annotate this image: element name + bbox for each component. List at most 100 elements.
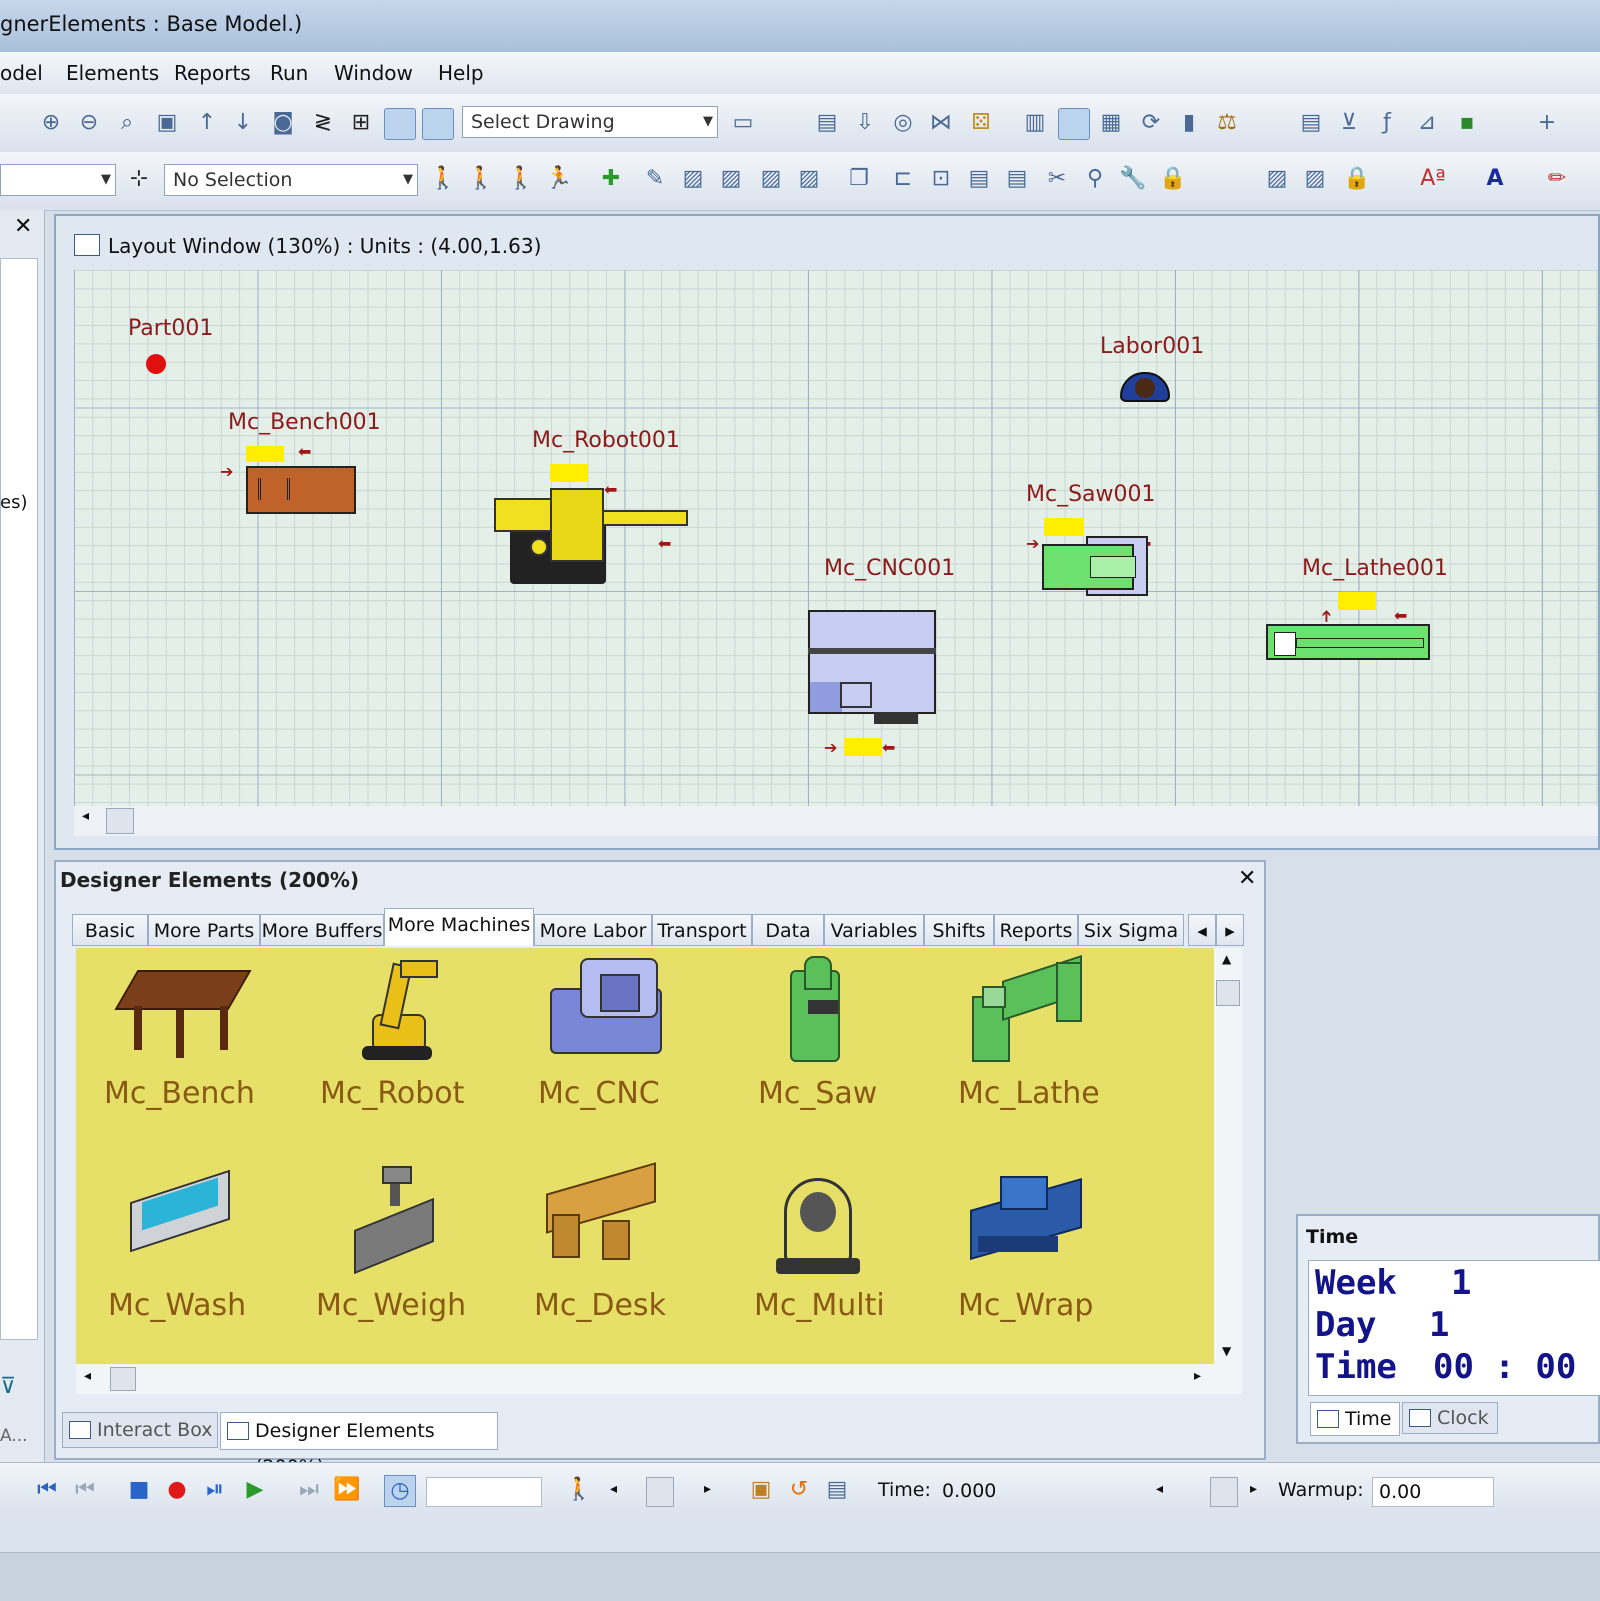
tab-shifts[interactable]: Shifts (924, 914, 994, 946)
step-back-icon[interactable]: ⏮ (70, 1475, 100, 1505)
palette-label-weigh[interactable]: Mc_Weigh (316, 1288, 466, 1323)
tab-time[interactable]: Time (1310, 1402, 1400, 1436)
tab-clock[interactable]: Clock (1402, 1402, 1498, 1434)
vertical-scroll-thumb[interactable] (1216, 980, 1240, 1006)
step-forward-icon[interactable]: ⏭ (294, 1475, 324, 1505)
plus-icon[interactable]: + (1532, 108, 1562, 138)
layer-icon[interactable]: ⊡ (926, 164, 956, 194)
tab-scroll-left-icon[interactable]: ◂ (1188, 914, 1216, 946)
align-icon[interactable]: ≷ (308, 108, 338, 138)
zoom-box-icon[interactable]: ▣ (152, 108, 182, 138)
chart-add-icon[interactable]: ▪ (1452, 108, 1482, 138)
view-mode-icon[interactable] (384, 108, 416, 140)
robot-icon[interactable] (352, 954, 438, 1062)
lathe001-icon[interactable] (1266, 624, 1430, 660)
scroll-left-icon[interactable]: ◂ (82, 808, 89, 824)
palette-label-wash[interactable]: Mc_Wash (108, 1288, 246, 1323)
tab-more-labor[interactable]: More Labor (534, 914, 652, 946)
dice-icon[interactable]: ⚄ (966, 108, 996, 138)
image-icon[interactable]: ▨ (678, 164, 708, 194)
palette-label-cnc[interactable]: Mc_CNC (538, 1076, 660, 1111)
chart-line-icon[interactable]: ⊿ (1412, 108, 1442, 138)
speed-right-icon[interactable]: ▸ (704, 1481, 711, 1497)
tab-transport[interactable]: Transport (652, 914, 752, 946)
image-edit-icon[interactable]: ▨ (716, 164, 746, 194)
fast-forward-icon[interactable]: ⏩ (332, 1475, 362, 1505)
labor-run-icon[interactable]: 🏃 (544, 164, 574, 194)
picture-icon[interactable]: ▨ (1262, 164, 1292, 194)
lock-icon-2[interactable]: 🔒 (1342, 164, 1372, 194)
warmup-field[interactable]: 0.00 (1372, 1477, 1494, 1507)
lathe-icon[interactable] (972, 955, 1084, 1066)
left-panel-tab[interactable]: A... (0, 1426, 28, 1446)
select-drawing-dropdown[interactable]: Select Drawing ▼ (462, 106, 718, 138)
speed-slider-thumb[interactable] (646, 1477, 674, 1507)
speed-left-icon[interactable]: ◂ (610, 1481, 617, 1497)
part001-icon[interactable] (146, 354, 166, 374)
group-icon[interactable]: ⊞ (346, 108, 376, 138)
new-element-icon[interactable]: ✚ (596, 164, 626, 194)
wrap-icon[interactable] (970, 1170, 1084, 1266)
screen-icon[interactable]: ▭ (728, 108, 758, 138)
cut-icon[interactable]: ✂ (1042, 164, 1072, 194)
arrow-down-icon[interactable]: ↓ (228, 108, 258, 138)
crosshair-icon[interactable]: ⊹ (124, 164, 154, 194)
scroll-up-icon[interactable]: ▲ (1222, 952, 1231, 966)
desk-icon[interactable] (546, 1162, 660, 1264)
animation-icon[interactable]: ▣ (746, 1475, 776, 1505)
search-doc-icon[interactable]: ◎ (888, 108, 918, 138)
tab-six-sigma[interactable]: Six Sigma (1078, 914, 1184, 946)
page-icon[interactable]: ▥ (1020, 108, 1050, 138)
view-image-icon[interactable] (422, 108, 454, 140)
saw001-icon[interactable] (1042, 536, 1150, 598)
labor-carry-icon[interactable]: 🚶 (466, 164, 496, 194)
zoom-fit-icon[interactable]: ⌕ (112, 108, 142, 138)
lock-icon[interactable]: 🔒 (1158, 164, 1188, 194)
tab-data[interactable]: Data (752, 914, 824, 946)
menu-run[interactable]: Run (270, 61, 308, 85)
camera-icon[interactable]: ◙ (268, 108, 298, 138)
palette-label-robot[interactable]: Mc_Robot (320, 1076, 464, 1111)
layout-canvas[interactable]: Part001 Mc_Bench001 ➔ ⬅ Mc_Robot001 ⬅ ⬅ … (74, 270, 1598, 806)
pin-icon[interactable]: ⚲ (1080, 164, 1110, 194)
palette-label-desk[interactable]: Mc_Desk (534, 1288, 666, 1323)
palette-label-saw[interactable]: Mc_Saw (758, 1076, 877, 1111)
clock-icon[interactable]: ◷ (384, 1475, 416, 1507)
line-color-icon[interactable]: ✏ (1542, 164, 1572, 194)
zoom-out-icon[interactable]: ⊖ (74, 108, 104, 138)
clipboard-icon[interactable]: ▤ (1002, 164, 1032, 194)
walker-icon[interactable]: 🚶 (564, 1475, 594, 1505)
balance-icon[interactable]: ⚖ (1212, 108, 1242, 138)
undo-icon[interactable]: ↺ (784, 1475, 814, 1505)
network-icon[interactable]: ⋈ (926, 108, 956, 138)
palette-label-lathe[interactable]: Mc_Lathe (958, 1076, 1100, 1111)
cnc-icon[interactable] (550, 958, 662, 1062)
tab-scroll-right-icon[interactable]: ▸ (1216, 914, 1244, 946)
chart-function-icon[interactable]: ƒ (1372, 108, 1402, 138)
picture-edit-icon[interactable]: ▨ (1300, 164, 1330, 194)
tab-variables[interactable]: Variables (824, 914, 924, 946)
scroll-right-icon[interactable]: ▸ (1194, 1368, 1201, 1384)
cnc001-icon[interactable] (808, 610, 936, 724)
stop-icon[interactable]: ■ (124, 1475, 154, 1505)
wrench-icon[interactable]: 🔧 (1118, 164, 1148, 194)
step-icon[interactable]: ⏯ (200, 1475, 230, 1505)
tab-designer-elements[interactable]: Designer Elements (200%) (220, 1412, 498, 1478)
palette-label-bench[interactable]: Mc_Bench (104, 1076, 255, 1111)
time-scroll-thumb[interactable] (1210, 1477, 1238, 1507)
scroll-thumb[interactable] (106, 808, 134, 834)
designer-close-icon[interactable]: ✕ (1238, 866, 1256, 891)
tab-more-parts[interactable]: More Parts (148, 914, 260, 946)
monitor-icon[interactable]: ▤ (822, 1475, 852, 1505)
edit-icon[interactable]: ✎ (640, 164, 670, 194)
palette-vertical-scrollbar[interactable]: ▲ ▼ (1214, 948, 1242, 1364)
tab-basic[interactable]: Basic (72, 914, 148, 946)
doc-icon[interactable]: ▤ (812, 108, 842, 138)
refresh-icon[interactable]: ⟳ (1136, 108, 1166, 138)
page-setup-icon[interactable] (1058, 108, 1090, 140)
robot001-icon[interactable] (494, 480, 690, 584)
labor001-icon[interactable] (1120, 372, 1170, 404)
tab-more-machines[interactable]: More Machines (384, 908, 534, 946)
font-color-icon[interactable]: A (1480, 164, 1510, 194)
menu-elements[interactable]: Elements (66, 61, 159, 85)
